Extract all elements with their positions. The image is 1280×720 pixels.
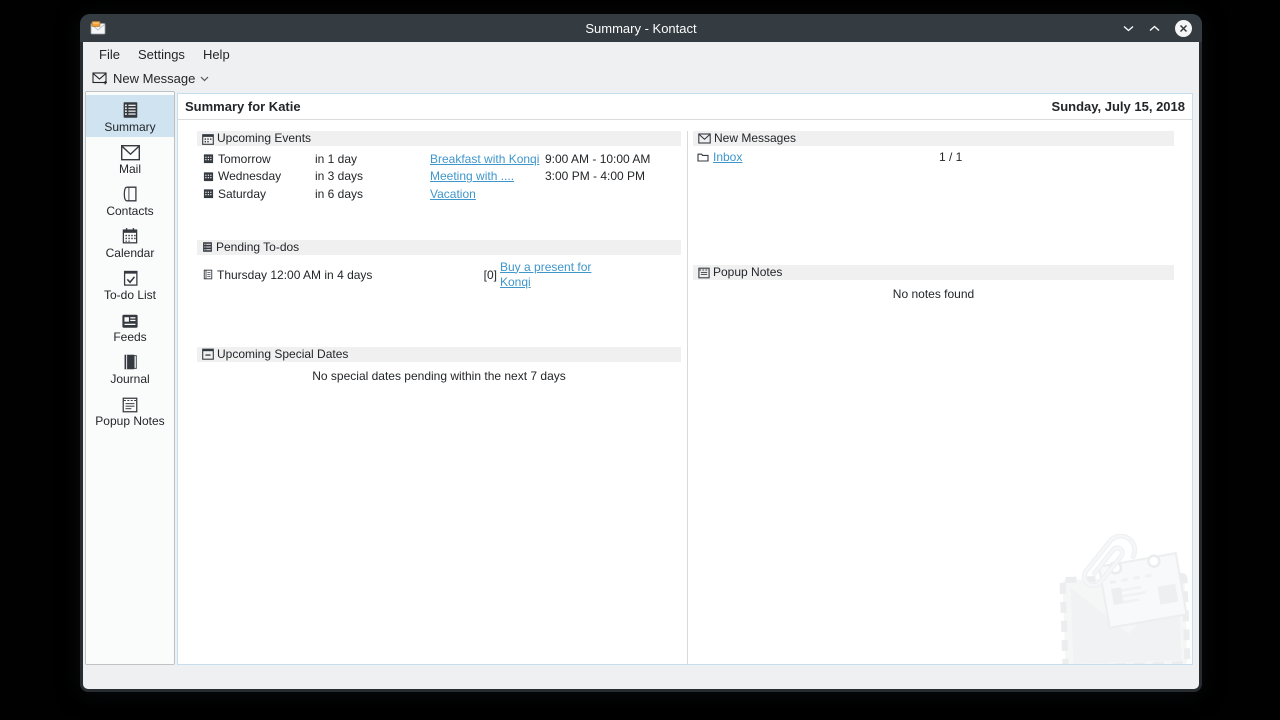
sidebar-label-contacts: Contacts — [106, 205, 153, 218]
new-messages-header: New Messages — [693, 131, 1174, 146]
popup-notes-empty-message: No notes found — [693, 287, 1174, 301]
summary-right-column: New Messages Inbox 1 / 1 — [693, 131, 1174, 664]
journal-icon — [120, 351, 140, 372]
calendar-icon — [203, 153, 214, 164]
column-divider — [687, 131, 688, 664]
event-row: Tomorrow in 1 day Breakfast with Konqi 9… — [197, 150, 681, 168]
todo-row: Thursday 12:00 AM in 4 days [0] Buy a pr… — [197, 260, 681, 290]
sidebar-item-summary[interactable]: Summary — [86, 95, 174, 137]
menu-file[interactable]: File — [90, 42, 129, 66]
event-row: Saturday in 6 days Vacation — [197, 185, 681, 203]
summary-panel-header: Summary for Katie Sunday, July 15, 2018 — [178, 94, 1192, 120]
sidebar-item-todo-list[interactable]: To-do List — [86, 263, 174, 305]
sidebar-label-journal: Journal — [110, 373, 149, 386]
special-dates-header: Upcoming Special Dates — [197, 347, 681, 362]
popup-notes-title: Popup Notes — [713, 265, 782, 280]
new-message-button[interactable]: New Message — [92, 71, 209, 86]
event-date: Wednesday — [218, 169, 281, 183]
desktop-background: Summary - Kontact File Settings Help — [0, 0, 1280, 720]
chevron-down-icon — [1123, 25, 1134, 32]
new-message-label: New Message — [113, 71, 195, 86]
sidebar: Summary Mail — [85, 91, 175, 665]
summary-left-column: Upcoming Events Tomorrow in 1 day Brea — [197, 131, 681, 664]
message-count: 1 / 1 — [933, 150, 1174, 164]
chevron-down-icon — [200, 76, 209, 82]
toolbar: New Message — [83, 66, 1199, 91]
sidebar-item-feeds[interactable]: Feeds — [86, 305, 174, 347]
kontact-window: Summary - Kontact File Settings Help — [80, 14, 1202, 692]
mail-compose-icon — [92, 72, 108, 85]
special-dates-empty-message: No special dates pending within the next… — [197, 369, 681, 383]
todo-list-icon — [202, 241, 213, 253]
event-date: Saturday — [218, 187, 266, 201]
upcoming-events-table: Tomorrow in 1 day Breakfast with Konqi 9… — [197, 150, 681, 203]
kontact-app-icon — [90, 20, 106, 36]
event-link[interactable]: Meeting with .... — [430, 169, 545, 183]
menubar: File Settings Help — [83, 42, 1199, 66]
sidebar-item-mail[interactable]: Mail — [86, 137, 174, 179]
event-link[interactable]: Vacation — [430, 187, 545, 201]
minimize-button[interactable] — [1123, 25, 1134, 32]
calendar-minus-icon — [202, 348, 214, 360]
feeds-icon — [120, 309, 140, 330]
upcoming-events-header: Upcoming Events — [197, 131, 681, 146]
summary-panel: Summary for Katie Sunday, July 15, 2018 — [177, 93, 1193, 665]
todo-due-text: Thursday 12:00 AM in 4 days — [217, 268, 372, 282]
titlebar[interactable]: Summary - Kontact — [80, 14, 1202, 42]
event-relative: in 1 day — [315, 152, 430, 166]
todo-priority: [0] — [481, 268, 497, 282]
sidebar-label-feeds: Feeds — [113, 331, 146, 344]
sidebar-label-mail: Mail — [119, 163, 141, 176]
calendar-icon — [120, 225, 140, 246]
upcoming-events-title: Upcoming Events — [217, 131, 311, 146]
pending-todos-header: Pending To-dos — [197, 240, 681, 255]
sidebar-item-journal[interactable]: Journal — [86, 347, 174, 389]
notes-icon — [120, 393, 140, 414]
sidebar-label-summary: Summary — [104, 121, 155, 134]
journal-icon — [203, 269, 213, 280]
event-relative: in 3 days — [315, 169, 430, 183]
calendar-icon — [203, 188, 214, 199]
todo-icon — [121, 267, 140, 288]
special-dates-title: Upcoming Special Dates — [217, 347, 348, 362]
sidebar-label-calendar: Calendar — [106, 247, 155, 260]
summary-title: Summary for Katie — [185, 99, 301, 114]
note-icon — [698, 267, 710, 279]
pending-todos-title: Pending To-dos — [216, 240, 299, 255]
event-relative: in 6 days — [315, 187, 430, 201]
calendar-icon — [202, 133, 214, 145]
event-time: 9:00 AM - 10:00 AM — [545, 152, 681, 166]
inbox-link[interactable]: Inbox — [713, 150, 742, 164]
sidebar-label-todo-list: To-do List — [104, 289, 156, 302]
maximize-button[interactable] — [1149, 25, 1160, 32]
event-time: 3:00 PM - 4:00 PM — [545, 169, 681, 183]
event-date: Tomorrow — [218, 152, 271, 166]
summary-icon — [120, 99, 140, 120]
popup-notes-header: Popup Notes — [693, 265, 1174, 280]
summary-date: Sunday, July 15, 2018 — [1052, 99, 1185, 114]
message-folder-row: Inbox 1 / 1 — [693, 150, 1174, 164]
chevron-up-icon — [1149, 25, 1160, 32]
sidebar-item-popup-notes[interactable]: Popup Notes — [86, 389, 174, 431]
window-title: Summary - Kontact — [80, 21, 1202, 36]
calendar-icon — [203, 171, 214, 182]
sidebar-item-contacts[interactable]: Contacts — [86, 179, 174, 221]
menu-settings[interactable]: Settings — [129, 42, 194, 66]
mail-icon — [120, 141, 141, 162]
event-link[interactable]: Breakfast with Konqi — [430, 152, 545, 166]
sidebar-item-calendar[interactable]: Calendar — [86, 221, 174, 263]
menu-help[interactable]: Help — [194, 42, 239, 66]
close-button[interactable] — [1175, 20, 1192, 37]
envelope-icon — [698, 133, 711, 144]
close-icon — [1179, 24, 1188, 33]
new-messages-title: New Messages — [714, 131, 796, 146]
contacts-icon — [120, 183, 140, 204]
event-row: Wednesday in 3 days Meeting with .... 3:… — [197, 168, 681, 186]
sidebar-label-popup-notes: Popup Notes — [95, 415, 164, 428]
folder-icon — [697, 152, 709, 162]
todo-link[interactable]: Buy a present for Konqi — [500, 260, 597, 290]
